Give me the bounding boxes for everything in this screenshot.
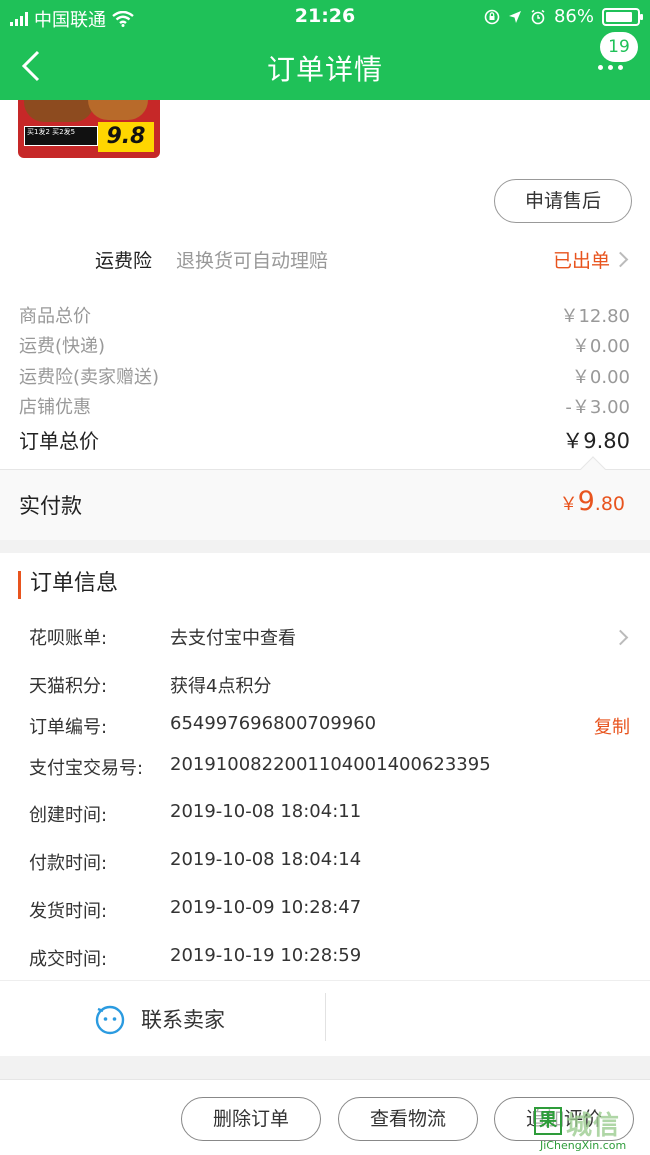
order-info-card: 订单信息 花呗账单: 去支付宝中查看 天猫积分: 获得4点积分 订单编号: 65…	[0, 553, 650, 1056]
battery-icon	[602, 7, 643, 26]
contact-seller-button[interactable]: 联系卖家	[0, 981, 325, 1056]
price-line: 店铺优惠 -￥3.00	[19, 397, 630, 418]
status-right: 86%	[484, 6, 643, 27]
alarm-icon	[531, 9, 545, 24]
battery-percent: 86%	[553, 6, 594, 27]
chevron-right-icon	[612, 251, 629, 268]
message-count-badge: 19	[600, 32, 638, 62]
page-title: 订单详情	[266, 53, 383, 86]
view-logistics-button[interactable]: 查看物流	[338, 1097, 478, 1141]
orientation-lock-icon	[484, 9, 500, 24]
order-total-line: 订单总价 ￥9.80	[19, 423, 630, 453]
product-thumbnail[interactable]: 买1发2 买2发5 9.8	[18, 100, 160, 158]
divider	[325, 993, 326, 1041]
bottom-action-bar: 删除订单 查看物流 追加评价	[0, 1079, 650, 1155]
order-info-title: 订单信息	[18, 571, 118, 599]
status-bar: 中国联通 21:26 86%	[0, 0, 650, 34]
add-review-button[interactable]: 追加评价	[494, 1097, 634, 1141]
info-row: 付款时间: 2019-10-08 18:04:14	[29, 849, 362, 874]
order-total-value: ￥9.80	[562, 429, 630, 453]
contact-seller-label: 联系卖家	[141, 1008, 225, 1032]
thumb-price: 9.8	[98, 122, 154, 152]
price-line: 运费(快递) ￥0.00	[19, 336, 630, 357]
info-row: 天猫积分: 获得4点积分	[29, 676, 272, 697]
actual-paid-label: 实付款	[19, 494, 82, 518]
info-row: 支付宝交易号: 2019100822001104001400623395	[29, 754, 491, 779]
chat-smile-icon	[95, 1005, 125, 1035]
insurance-name: 运费险	[95, 250, 153, 272]
huabei-bill-row[interactable]: 花呗账单: 去支付宝中查看	[0, 620, 650, 654]
price-line: 商品总价 ￥12.80	[19, 306, 630, 327]
copy-button[interactable]: 复制	[594, 713, 630, 739]
delete-order-button[interactable]: 删除订单	[181, 1097, 321, 1141]
actual-paid-block: 实付款 ￥9.80	[0, 456, 650, 540]
more-dots-icon	[598, 64, 603, 70]
apply-after-sale-button[interactable]: 申请售后	[494, 179, 632, 223]
insurance-status: 已出单	[552, 250, 610, 272]
location-icon	[508, 10, 521, 23]
order-summary-card: 买1发2 买2发5 9.8 申请售后 运费险 退换货可自动理赔 已出单 商品总价…	[0, 100, 650, 540]
order-total-label: 订单总价	[19, 429, 99, 453]
info-row: 发货时间: 2019-10-09 10:28:47	[29, 897, 362, 922]
actual-paid-amount: ￥9.80	[559, 486, 625, 517]
price-line: 运费险(卖家赠送) ￥0.00	[19, 367, 630, 388]
thumb-promo-text: 买1发2 买2发5	[24, 126, 98, 146]
chevron-right-icon	[612, 629, 629, 646]
shipping-insurance-row[interactable]: 运费险 退换货可自动理赔 已出单	[0, 238, 650, 278]
info-row: 成交时间: 2019-10-19 10:28:59	[29, 945, 362, 970]
insurance-desc: 退换货可自动理赔	[176, 250, 329, 272]
info-row: 创建时间: 2019-10-08 18:04:11	[29, 801, 362, 826]
navigation-header: 中国联通 21:26 86% 订单详情 19	[0, 0, 650, 100]
order-number-row: 订单编号: 654997696800709960 复制	[29, 713, 630, 739]
more-button[interactable]	[598, 60, 634, 74]
